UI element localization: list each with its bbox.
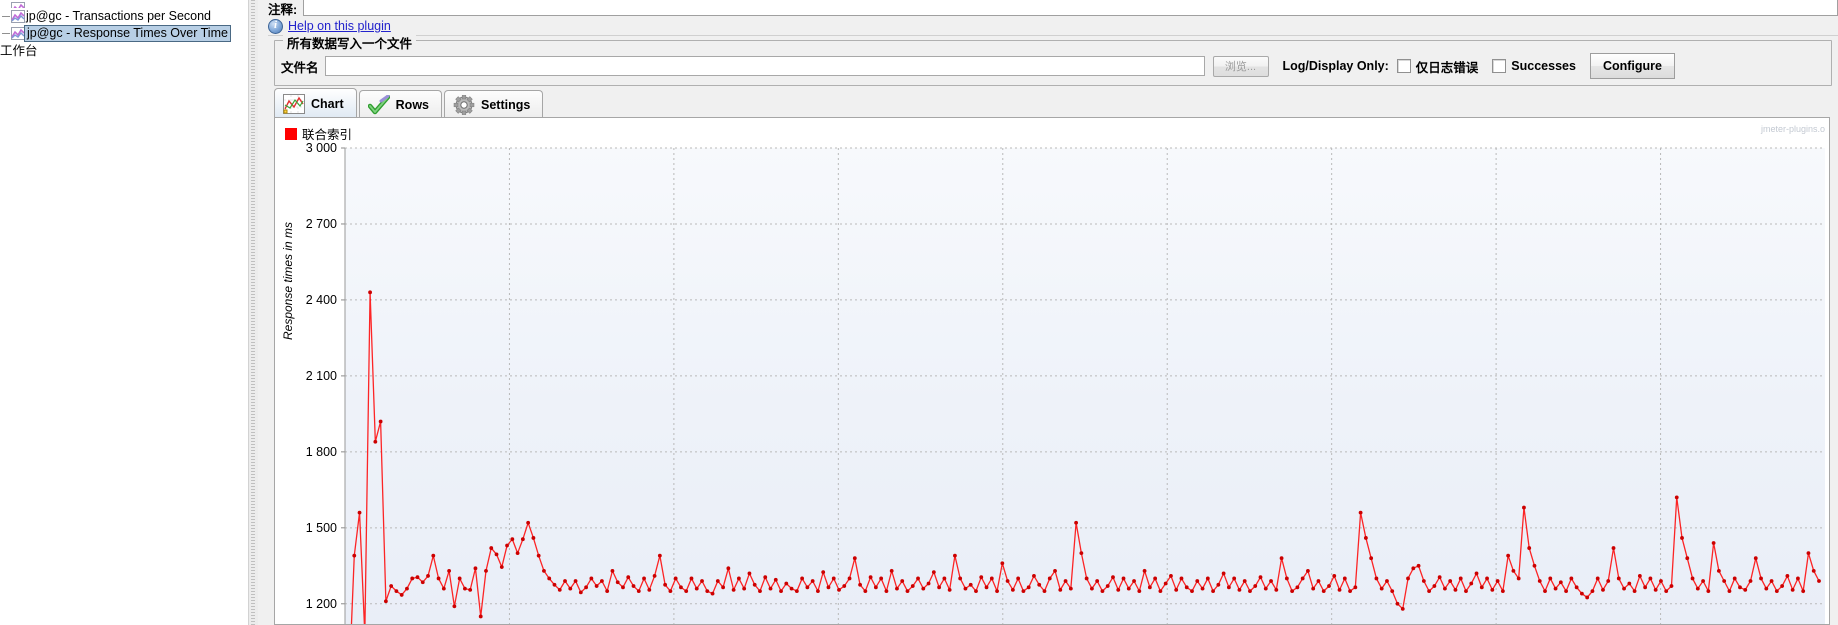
gear-icon	[453, 94, 475, 115]
tab-rows[interactable]: Rows	[358, 90, 442, 118]
filename-row: 文件名 浏览... Log/Display Only: 仅日志错误 Succes…	[275, 53, 1831, 79]
workbench-label: 工作台	[0, 44, 38, 58]
tree-item-label: jp@gc - Transactions per Second	[26, 9, 212, 23]
svg-text:1 200: 1 200	[306, 597, 337, 611]
chart-icon	[11, 27, 25, 40]
response-times-line-chart: 3 000 2 700 2 400 2 100 1 800 1 500 1 200	[306, 141, 1825, 624]
tab-settings[interactable]: Settings	[444, 90, 544, 118]
info-icon	[268, 18, 283, 34]
svg-text:2 700: 2 700	[306, 217, 337, 231]
browse-button[interactable]: 浏览...	[1212, 55, 1269, 77]
write-all-data-to-file-group: 所有数据写入一个文件 文件名 浏览... Log/Display Only: 仅…	[274, 33, 1832, 86]
file-group-title: 所有数据写入一个文件	[283, 33, 417, 52]
chart-panel: 联合索引 jmeter-plugins.o Response times in …	[274, 117, 1830, 625]
tab-label: Chart	[311, 96, 344, 111]
tree-item-label: jp@gc - Response Times Over Time	[24, 25, 231, 42]
jmeter-window: jp@gc - Transactions per Second jp@gc - …	[0, 0, 1838, 625]
plugin-config-panel: 注释: Help on this plugin 所有数据写入一个文件 文件名 浏…	[258, 0, 1838, 625]
plugin-tabs: Chart Rows Settings	[274, 88, 545, 118]
successes-label: Successes	[1511, 59, 1576, 73]
successes-checkbox[interactable]	[1492, 59, 1507, 73]
svg-text:2 100: 2 100	[306, 369, 337, 383]
configure-button[interactable]: Configure	[1589, 53, 1675, 79]
sidebar-item-response-times-over-time[interactable]: jp@gc - Response Times Over Time	[0, 25, 248, 42]
sidebar-item-workbench[interactable]: 工作台	[0, 43, 248, 60]
green-check-icon	[367, 94, 390, 115]
comment-label: 注释:	[268, 2, 298, 17]
splitter-grip[interactable]	[251, 0, 255, 625]
sidebar-item-transactions-per-second[interactable]: jp@gc - Transactions per Second	[0, 8, 248, 25]
filename-input[interactable]	[324, 56, 1205, 76]
plot-area: Response times in ms 3 000 2 700 2 400 2 10…	[275, 140, 1829, 624]
help-row: Help on this plugin	[268, 17, 1838, 36]
help-on-this-plugin-link[interactable]: Help on this plugin	[288, 19, 391, 33]
test-plan-tree[interactable]: jp@gc - Transactions per Second jp@gc - …	[0, 0, 248, 625]
tab-label: Rows	[395, 97, 429, 112]
svg-text:1 800: 1 800	[306, 445, 337, 459]
filename-label: 文件名	[281, 60, 319, 75]
errors-only-checkbox[interactable]	[1396, 59, 1411, 73]
successes-checkbox-wrap[interactable]: Successes	[1492, 59, 1576, 73]
errors-only-label: 仅日志错误	[1415, 60, 1479, 75]
tree-handle	[2, 33, 10, 34]
line-chart-icon	[283, 93, 305, 114]
tree-item-clipped[interactable]	[0, 0, 248, 8]
tab-label: Settings	[481, 97, 531, 112]
errors-only-checkbox-wrap[interactable]: 仅日志错误	[1396, 57, 1479, 76]
legend-swatch	[285, 127, 297, 140]
chart-icon	[11, 10, 25, 23]
tree-handle	[2, 16, 10, 17]
chart-legend: 联合索引	[285, 124, 352, 143]
svg-text:3 000: 3 000	[306, 141, 337, 155]
chart-watermark: jmeter-plugins.o	[1760, 124, 1825, 134]
svg-text:1 500: 1 500	[306, 521, 337, 535]
legend-label: 联合索引	[302, 128, 353, 142]
svg-text:2 400: 2 400	[306, 293, 337, 307]
comment-row: 注释:	[268, 0, 1838, 17]
log-display-only-label: Log/Display Only:	[1282, 59, 1389, 73]
y-axis-label: Response times in ms	[281, 221, 295, 340]
tab-chart[interactable]: Chart	[274, 88, 357, 118]
comment-input[interactable]	[303, 0, 1838, 16]
